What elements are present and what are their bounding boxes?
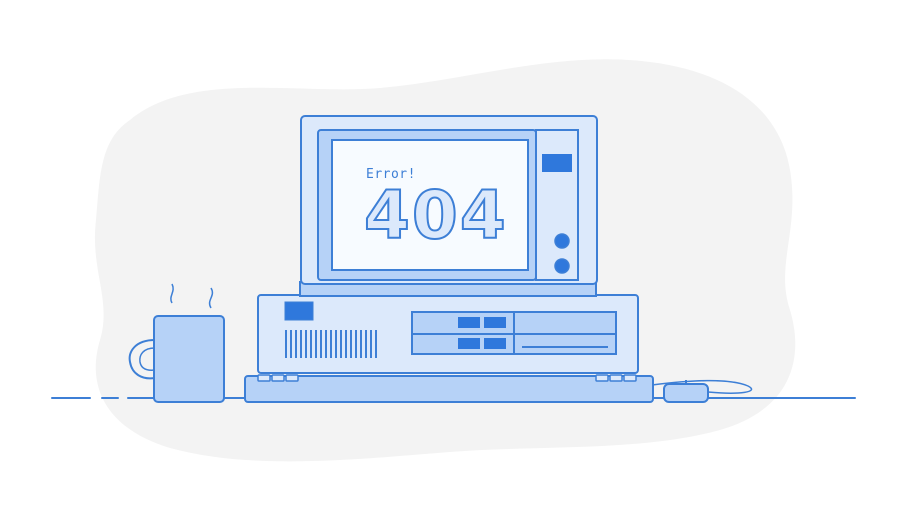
mug-body [153, 315, 225, 403]
monitor-knob [554, 258, 570, 274]
keyboard-icon [244, 374, 654, 403]
monitor-knob [554, 233, 570, 249]
retro-computer-icon: Error! 404 [257, 115, 639, 374]
monitor-indicator [542, 154, 572, 172]
monitor-side-panel [535, 129, 579, 281]
mouse-icon [663, 380, 709, 403]
error-404-illustration: Error! 404 [51, 59, 856, 462]
error-code: 404 [364, 177, 508, 254]
drive-bays [411, 311, 617, 355]
power-indicator [284, 301, 314, 321]
